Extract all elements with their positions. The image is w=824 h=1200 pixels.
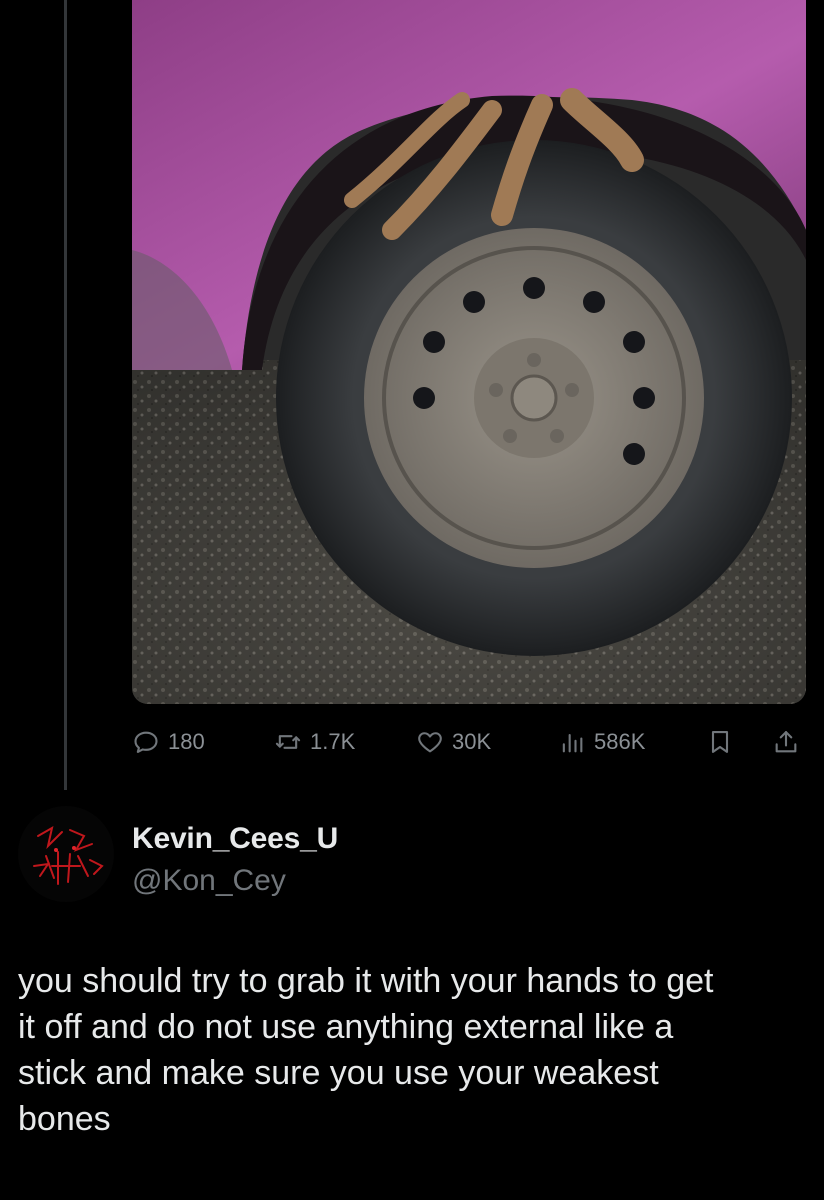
reply-author-handle[interactable]: @Kon_Cey	[132, 864, 286, 898]
like-button[interactable]: 30K	[416, 720, 491, 764]
heart-icon	[418, 732, 442, 753]
reply-count: 180	[168, 729, 205, 754]
views-button[interactable]: 586K	[558, 720, 645, 764]
reply-icon	[134, 731, 158, 753]
retweet-icon	[275, 735, 301, 749]
bookmark-icon	[711, 731, 729, 753]
share-icon	[775, 731, 797, 753]
reply-text: you should try to grab it with your hand…	[18, 962, 714, 1138]
thread-connector-line	[64, 0, 67, 790]
like-count: 30K	[452, 729, 492, 754]
tweet-photo-image	[132, 0, 806, 704]
bookmark-button[interactable]	[706, 720, 734, 764]
tweet-photo[interactable]	[132, 0, 806, 704]
reply-author-name[interactable]: Kevin_Cees_U	[132, 822, 338, 856]
avatar-image	[18, 806, 114, 902]
views-icon	[562, 733, 583, 753]
share-button[interactable]	[772, 720, 800, 764]
avatar[interactable]	[18, 806, 114, 902]
retweet-count: 1.7K	[310, 729, 356, 754]
retweet-button[interactable]: 1.7K	[274, 720, 355, 764]
reply-button[interactable]: 180	[132, 720, 205, 764]
tweet-action-bar: 180 1.7K 30K 586K	[132, 720, 812, 764]
views-count: 586K	[594, 729, 646, 754]
